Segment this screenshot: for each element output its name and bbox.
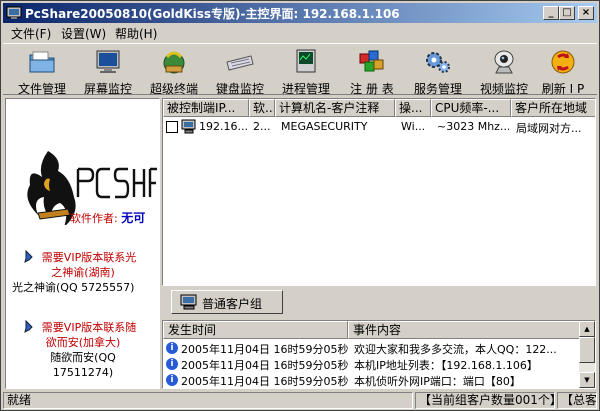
vip2-line2: 欲而安(加拿大) — [45, 336, 121, 349]
minimize-button[interactable]: _ — [543, 6, 559, 20]
vip1-line2: 之神谕(湖南) — [51, 266, 115, 279]
event-time: 2005年11月04日 16时59分05秒 — [181, 343, 349, 356]
cell-region: 局域网对方... — [516, 122, 582, 135]
col-ip[interactable]: 被控制端IP... — [163, 99, 249, 117]
event-log[interactable]: 发生时间 事件内容 i 2005年11月04日 16时59分05秒 欢迎大家和我… — [162, 320, 596, 389]
author-line: 软件作者: 无可 — [70, 209, 145, 226]
vip-contact-2: 需要VIP版本联系随 欲而安(加拿大) 随欲而安(QQ 17511274) — [12, 320, 154, 380]
info-icon: i — [166, 342, 178, 354]
file-manager-button[interactable]: 文件管理 — [9, 46, 75, 96]
scroll-down-button[interactable]: ▼ — [579, 372, 595, 388]
info-icon: i — [166, 358, 178, 370]
toolbar: 文件管理 屏幕监控 超级终端 键盘监控 进程管理 注 册 表 服务管理 视频监控… — [3, 43, 597, 96]
cell-version: 2... — [253, 120, 271, 133]
list-item[interactable]: i 2005年11月04日 16时59分05秒 本机侦听外网IP端口：端口【80… — [163, 372, 579, 388]
info-panel: 软件作者: 无可 需要VIP版本联系光 之神谕(湖南) 光之神谕(QQ 5725… — [5, 98, 160, 389]
process-icon — [296, 49, 316, 73]
keyboard-monitor-button[interactable]: 键盘监控 — [207, 46, 273, 96]
registry-label: 注 册 表 — [350, 82, 394, 96]
terminal-icon — [163, 51, 185, 74]
vip2-contact2: 17511274) — [52, 366, 114, 379]
col-time[interactable]: 发生时间 — [163, 321, 348, 339]
col-version[interactable]: 软... — [249, 99, 275, 117]
col-event[interactable]: 事件内容 — [348, 321, 581, 339]
event-time: 2005年11月04日 16时59分05秒 — [181, 375, 349, 388]
folder-icon — [29, 51, 55, 73]
group-tab-strip: 普通客户组 — [162, 287, 596, 317]
main-window: PcShare20050810(GoldKiss专版)-主控界面: 192.16… — [0, 0, 600, 411]
super-terminal-button[interactable]: 超级终端 — [141, 46, 207, 96]
monitor-icon — [180, 294, 197, 310]
host-list[interactable]: 被控制端IP... 软... 计算机名-客户注释 操... CPU频率-... … — [162, 98, 596, 286]
tab-normal-clients-label: 普通客户组 — [202, 297, 263, 311]
refresh-ip-label: 刷新 I P — [541, 82, 585, 96]
keyboard-monitor-label: 键盘监控 — [215, 82, 264, 96]
list-item[interactable]: i 2005年11月04日 16时59分05秒 欢迎大家和我多多交流，本人QQ：… — [163, 340, 579, 356]
table-row[interactable]: 192.16... 2... MEGASECURITY Wi... ~3023 … — [163, 118, 595, 136]
process-manager-button[interactable]: 进程管理 — [273, 46, 339, 96]
screen-monitor-label: 屏幕监控 — [83, 82, 132, 96]
event-message: 本机侦听外网IP端口：端口【80】 — [354, 375, 521, 388]
tab-normal-clients[interactable]: 普通客户组 — [171, 290, 283, 314]
event-message: 本机IP地址列表：【192.168.1.106】 — [354, 359, 538, 372]
status-total: 【总客 — [557, 392, 597, 409]
maximize-button[interactable]: □ — [559, 6, 575, 20]
info-icon: i — [166, 374, 178, 386]
cell-os: Wi... — [401, 120, 426, 133]
camera-icon — [494, 50, 514, 74]
refresh-icon — [551, 50, 575, 74]
service-manager-label: 服务管理 — [413, 82, 462, 96]
close-button[interactable]: × — [578, 6, 594, 20]
cell-ip: 192.16... — [199, 120, 248, 133]
cell-cpu: ~3023 Mhz... — [437, 120, 509, 133]
registry-icon — [359, 50, 384, 72]
vip2-contact1: 随欲而安(QQ — [50, 351, 116, 364]
event-time: 2005年11月04日 16时59分05秒 — [181, 359, 349, 372]
author-name: 无可 — [121, 211, 146, 225]
monitor-icon — [96, 50, 120, 73]
row-checkbox[interactable] — [166, 121, 178, 133]
video-monitor-label: 视频监控 — [479, 82, 528, 96]
col-cpu[interactable]: CPU频率-... — [431, 99, 511, 117]
vip-contact-1: 需要VIP版本联系光 之神谕(湖南) 光之神谕(QQ 5725557) — [12, 250, 154, 295]
status-text: 就绪 — [3, 392, 413, 409]
refresh-ip-button[interactable]: 刷新 I P — [530, 46, 596, 96]
event-message: 欢迎大家和我多多交流，本人QQ：122... — [354, 343, 557, 356]
scroll-up-button[interactable]: ▲ — [579, 321, 595, 337]
menu-settings[interactable]: 设置(W) — [61, 25, 106, 42]
menu-bar: 文件(F) 设置(W) 帮助(H) — [3, 23, 597, 42]
status-client-count: 【当前组客户数量001个】 — [415, 392, 555, 409]
status-bar: 就绪 【当前组客户数量001个】 【总客 — [3, 391, 597, 410]
list-item[interactable]: i 2005年11月04日 16时59分05秒 本机IP地址列表：【192.16… — [163, 356, 579, 372]
event-scrollbar[interactable]: ▲ ▼ — [579, 321, 595, 388]
gears-icon — [426, 52, 450, 73]
file-manager-label: 文件管理 — [17, 82, 66, 96]
video-monitor-button[interactable]: 视频监控 — [471, 46, 537, 96]
cell-computer-name: MEGASECURITY — [281, 120, 368, 133]
screen-monitor-button[interactable]: 屏幕监控 — [75, 46, 141, 96]
pcshare-wordmark — [76, 167, 157, 199]
col-region[interactable]: 客户所在地域 — [511, 99, 595, 117]
computer-icon — [181, 119, 196, 134]
keyboard-icon — [226, 55, 254, 71]
menu-help[interactable]: 帮助(H) — [115, 25, 157, 42]
process-manager-label: 进程管理 — [281, 82, 330, 96]
scroll-thumb[interactable] — [579, 337, 595, 363]
title-bar[interactable]: PcShare20050810(GoldKiss专版)-主控界面: 192.16… — [3, 3, 597, 23]
super-terminal-label: 超级终端 — [149, 82, 198, 96]
menu-file[interactable]: 文件(F) — [11, 25, 51, 42]
vip2-line1: 需要VIP版本联系随 — [41, 321, 137, 334]
col-os[interactable]: 操... — [395, 99, 431, 117]
vip1-line1: 需要VIP版本联系光 — [41, 251, 137, 264]
author-label: 软件作者: — [70, 212, 118, 225]
app-icon — [6, 6, 22, 19]
window-title: PcShare20050810(GoldKiss专版)-主控界面: 192.16… — [25, 7, 400, 21]
col-computer-name[interactable]: 计算机名-客户注释 — [275, 99, 395, 117]
registry-button[interactable]: 注 册 表 — [339, 46, 405, 96]
service-manager-button[interactable]: 服务管理 — [405, 46, 471, 96]
vip1-contact: 光之神谕(QQ 5725557) — [12, 281, 135, 294]
